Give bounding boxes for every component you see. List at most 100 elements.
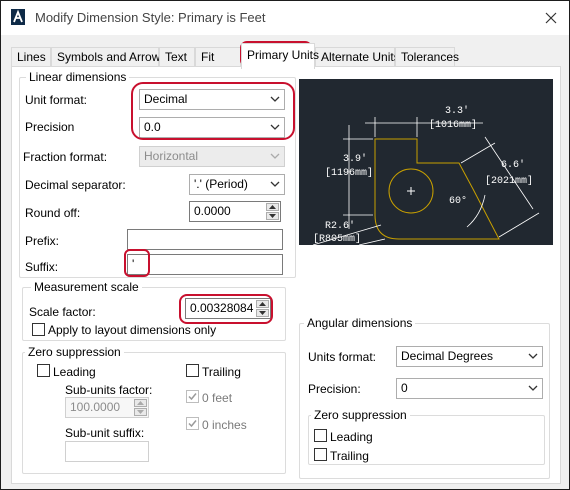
chevron-down-icon	[270, 96, 280, 102]
suffix-label: Suffix:	[25, 260, 59, 274]
tab-label: Fit	[201, 50, 215, 64]
fraction-format-select[interactable]: Horizontal	[139, 146, 285, 167]
preview-angle-text: 60°	[449, 195, 467, 207]
window-title: Modify Dimension Style: Primary is Feet	[35, 10, 266, 25]
preview-radius-sub: [R805mm]	[313, 233, 361, 245]
preview-right-dim-sub: [2021mm]	[485, 175, 533, 187]
tab-label: Lines	[17, 50, 46, 64]
tab-label: Primary Units	[247, 48, 320, 62]
leading-checkbox[interactable]	[37, 364, 50, 377]
subunits-factor-label: Sub-units factor:	[65, 383, 153, 397]
unit-format-value: Decimal	[144, 92, 188, 106]
apply-layout-checkbox[interactable]	[32, 323, 45, 336]
zero-suppression-label: Zero suppression	[25, 345, 124, 359]
chevron-down-icon	[528, 385, 538, 391]
angular-units-format-select[interactable]: Decimal Degrees	[396, 346, 543, 367]
tab-label: Alternate Units	[321, 50, 400, 64]
decimal-separator-label: Decimal separator:	[25, 178, 126, 192]
linear-dimensions-label: Linear dimensions	[26, 70, 130, 84]
tab-alternate-units[interactable]: Alternate Units	[315, 47, 400, 67]
angular-leading-checkbox[interactable]	[314, 429, 327, 442]
round-off-value: 0.0000	[194, 204, 231, 218]
triangle-up-icon	[137, 401, 144, 405]
subunits-factor-value: 100.0000	[70, 400, 121, 414]
subunit-suffix-input[interactable]	[65, 441, 149, 462]
tab-primary-units[interactable]: Primary Units	[241, 43, 319, 69]
measurement-scale-label: Measurement scale	[31, 280, 142, 294]
suffix-value: '	[132, 257, 135, 271]
scale-factor-label: Scale factor:	[29, 305, 96, 319]
spin-up-button[interactable]	[256, 300, 269, 308]
preview-right-dim-text: 6.6'	[501, 159, 525, 171]
angular-trailing-checkbox[interactable]	[314, 448, 327, 461]
spin-down-button[interactable]	[256, 309, 269, 317]
leading-label: Leading	[53, 365, 96, 379]
scale-factor-spinner[interactable]: 0.00328084	[185, 298, 271, 319]
tab-text[interactable]: Text	[159, 47, 195, 67]
spin-down-button[interactable]	[134, 408, 147, 416]
chevron-down-icon	[270, 181, 280, 187]
subunits-factor-spinner[interactable]: 100.0000	[65, 397, 149, 418]
zero-inches-checkbox[interactable]	[186, 417, 199, 430]
precision-value: 0.0	[144, 120, 161, 134]
preview-top-dim-text: 3.3'	[445, 105, 469, 117]
triangle-down-icon	[269, 214, 276, 218]
prefix-input[interactable]	[127, 229, 283, 250]
close-icon	[545, 12, 557, 24]
tab-label: Symbols and Arrows	[57, 50, 167, 64]
tab-label: Tolerances	[401, 50, 460, 64]
prefix-label: Prefix:	[25, 234, 60, 248]
preview-radius-text: R2.6'	[325, 220, 355, 232]
preview-left-dim-text: 3.9'	[343, 153, 367, 165]
checkmark-icon	[188, 420, 197, 428]
zero-feet-label: 0 feet	[202, 391, 233, 405]
dimension-preview: 3.3' [1016mm] 3.9' [1196mm] 6.6' [2021mm…	[299, 79, 553, 245]
tab-lines[interactable]: Lines	[11, 47, 51, 67]
chevron-down-icon	[528, 353, 538, 359]
zero-inches-label: 0 inches	[202, 418, 247, 432]
tab-panel: Linear dimensions Unit format: Decimal P…	[11, 66, 561, 484]
preview-top-dim-sub: [1016mm]	[429, 119, 477, 131]
spin-up-button[interactable]	[266, 203, 279, 211]
angular-dimensions-label: Angular dimensions	[304, 316, 416, 330]
precision-select[interactable]: 0.0	[139, 117, 285, 138]
unit-format-select[interactable]: Decimal	[139, 89, 285, 110]
preview-left-dim-sub: [1196mm]	[325, 167, 373, 179]
tab-symbols-and-arrows[interactable]: Symbols and Arrows	[51, 47, 166, 67]
round-off-spinner[interactable]: 0.0000	[189, 201, 281, 222]
round-off-label: Round off:	[25, 206, 81, 220]
trailing-label: Trailing	[202, 365, 241, 379]
scale-factor-value: 0.00328084	[190, 301, 254, 315]
angular-precision-select[interactable]: 0	[396, 378, 543, 399]
subunit-suffix-label: Sub-unit suffix:	[65, 426, 145, 440]
angular-trailing-label: Trailing	[330, 449, 369, 463]
zero-feet-checkbox[interactable]	[186, 390, 199, 403]
angular-precision-value: 0	[401, 381, 408, 395]
fraction-format-label: Fraction format:	[23, 150, 108, 164]
dialog-window: Modify Dimension Style: Primary is Feet …	[0, 0, 570, 490]
decimal-separator-value: '.' (Period)	[194, 177, 248, 191]
triangle-up-icon	[269, 205, 276, 209]
spin-up-button[interactable]	[134, 399, 147, 407]
triangle-up-icon	[259, 302, 266, 306]
title-bar[interactable]: Modify Dimension Style: Primary is Feet	[1, 1, 569, 35]
close-button[interactable]	[541, 8, 561, 28]
chevron-down-icon	[270, 124, 280, 130]
tab-fit[interactable]: Fit	[195, 47, 241, 67]
apply-layout-label: Apply to layout dimensions only	[48, 323, 217, 337]
triangle-down-icon	[137, 410, 144, 414]
angular-zero-suppression-label: Zero suppression	[311, 408, 410, 422]
angular-precision-label: Precision:	[308, 382, 361, 396]
checkmark-icon	[188, 393, 197, 401]
spin-down-button[interactable]	[266, 212, 279, 220]
tab-label: Text	[165, 50, 188, 64]
autocad-a-icon	[11, 9, 25, 25]
trailing-checkbox[interactable]	[186, 364, 199, 377]
suffix-input[interactable]: '	[127, 254, 283, 275]
unit-format-label: Unit format:	[25, 93, 88, 107]
angular-units-format-label: Units format:	[308, 350, 377, 364]
decimal-separator-select[interactable]: '.' (Period)	[189, 174, 285, 195]
triangle-down-icon	[259, 311, 266, 315]
tab-tolerances[interactable]: Tolerances	[395, 47, 459, 67]
precision-label: Precision	[25, 120, 75, 134]
